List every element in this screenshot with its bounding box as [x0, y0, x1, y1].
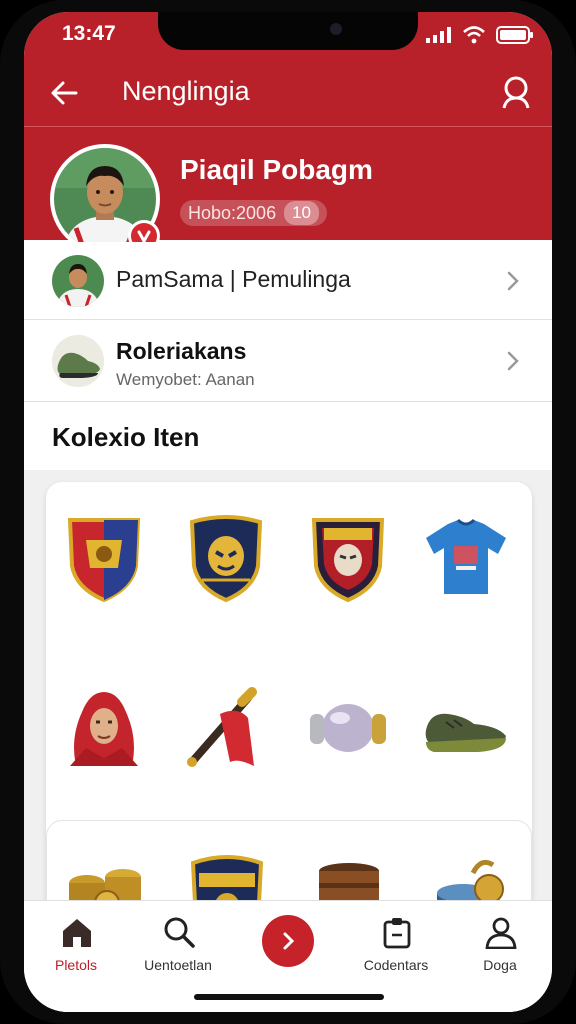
mask-shield-icon[interactable]: [178, 510, 274, 606]
signal-icon: [426, 27, 451, 43]
team-avatar: [52, 255, 104, 307]
roles-avatar: [52, 335, 104, 387]
nav-label-profile: Doga: [483, 957, 517, 973]
chevron-right-icon: [507, 271, 519, 291]
header-divider: [24, 126, 552, 127]
phone-frame: 13:47 Nenglingia Piaqil Pobagm Hobo:2006…: [0, 0, 576, 1024]
chevron-right-icon: [283, 932, 295, 950]
nav-label-home: Pletols: [54, 957, 98, 973]
profile-count-badge: 10: [284, 201, 319, 225]
nav-item-contents[interactable]: Codentars: [346, 901, 446, 981]
player-thumb-icon: [52, 255, 104, 307]
search-icon: [164, 917, 195, 948]
profile-name: Piaqil Pobagm: [180, 154, 373, 185]
profile-meta: Hobo:2006 10: [180, 200, 327, 226]
red-crest-icon[interactable]: [300, 510, 396, 606]
capsule-icon[interactable]: [300, 678, 396, 774]
clipboard-icon: [383, 918, 411, 949]
wifi-icon: [463, 26, 485, 44]
back-button[interactable]: [48, 76, 82, 110]
list-item-roles[interactable]: Roleriakans Wemyobet: Aanan: [24, 320, 552, 402]
person-icon: [485, 917, 517, 949]
home-icon: [63, 919, 91, 947]
roles-subtitle: Wemyobet: Aanan: [116, 370, 255, 389]
status-icons: [426, 26, 534, 44]
section-title: Kolexio Iten: [52, 422, 200, 452]
roles-title: Roleriakans: [116, 338, 247, 364]
shoe-icon[interactable]: [418, 678, 514, 774]
status-time: 13:47: [62, 22, 116, 45]
nav-item-profile[interactable]: Doga: [450, 901, 550, 981]
app-header: Nenglingia: [24, 62, 552, 124]
blue-jersey-icon[interactable]: [418, 510, 514, 606]
page-title: Nenglingia: [122, 76, 250, 106]
nav-label-search: Uentoetlan: [144, 957, 212, 973]
team-label: PamSama | Pemulinga: [116, 266, 351, 292]
shoe-thumb-icon: [52, 335, 104, 387]
chevron-right-icon: [507, 351, 519, 371]
notch: [158, 12, 418, 50]
nav-item-search[interactable]: Uentoetlan: [128, 901, 228, 981]
list-item-team[interactable]: PamSama | Pemulinga: [24, 242, 552, 320]
home-indicator: [194, 994, 384, 1000]
battery-icon: [496, 26, 533, 44]
nav-item-home[interactable]: Pletols: [26, 901, 126, 981]
screen: 13:47 Nenglingia Piaqil Pobagm Hobo:2006…: [24, 12, 552, 1012]
hooded-head-icon[interactable]: [56, 678, 152, 774]
center-action-button[interactable]: [262, 915, 314, 967]
flag-bat-icon[interactable]: [178, 678, 274, 774]
club-crest-icon[interactable]: [56, 510, 152, 606]
nav-label-contents: Codentars: [363, 957, 429, 973]
profile-id: Hobo:2006: [188, 202, 277, 223]
profile-search-button[interactable]: [498, 74, 534, 110]
